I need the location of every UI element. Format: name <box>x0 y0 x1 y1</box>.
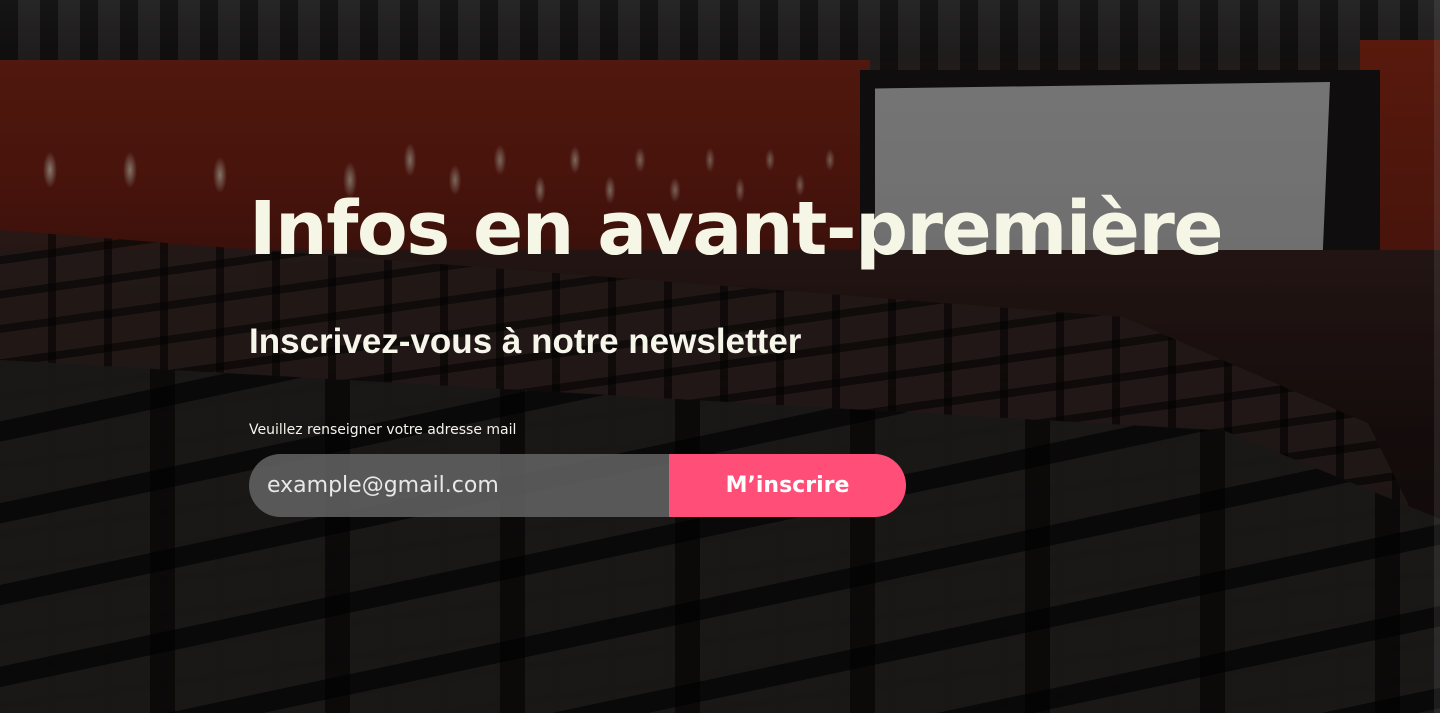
email-field[interactable] <box>249 454 669 517</box>
hero-section: Infos en avant-première Inscrivez-vous à… <box>0 0 1440 713</box>
page-title: Infos en avant-première <box>249 186 1224 272</box>
email-field-label: Veuillez renseigner votre adresse mail <box>249 422 517 438</box>
scrollbar[interactable] <box>1434 0 1440 713</box>
newsletter-content: Infos en avant-première Inscrivez-vous à… <box>249 0 1224 713</box>
newsletter-form: M’inscrire <box>249 454 906 517</box>
subscribe-button[interactable]: M’inscrire <box>669 454 906 517</box>
page-subtitle: Inscrivez-vous à notre newsletter <box>249 322 802 361</box>
